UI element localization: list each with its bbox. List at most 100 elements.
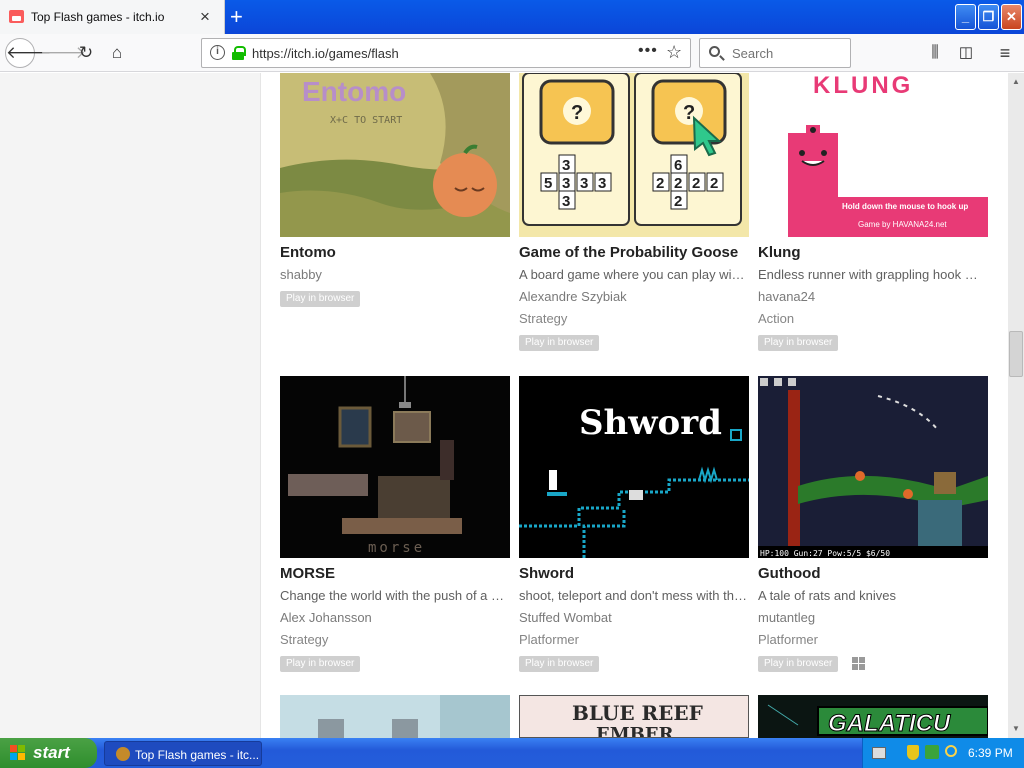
back-button[interactable]: 🡐 [5,38,52,68]
game-author[interactable]: shabby [280,267,322,282]
sidebar-toggle-icon[interactable]: ◫ [952,40,980,66]
svg-text:5: 5 [544,175,552,192]
game-author[interactable]: Stuffed Wombat [519,610,612,625]
guthood-hud: HP:100 Gun:27 Pow:5/5 $6/50 [760,549,890,558]
game-title[interactable]: Shword [519,565,574,582]
vertical-scrollbar[interactable]: ▲ ▼ [1008,73,1024,738]
site-info-icon[interactable]: i [210,45,225,60]
game-title[interactable]: Entomo [280,244,336,261]
game-card-row3-c[interactable]: GALATICU [758,695,988,738]
url-text[interactable]: https://itch.io/games/flash [252,46,399,61]
svg-text:?: ? [571,102,583,124]
library-icon[interactable]: ⫼ [921,40,949,66]
game-author[interactable]: Alexandre Szybiak [519,289,627,304]
morse-logo: morse [368,540,425,556]
game-thumbnail[interactable]: HP:100 Gun:27 Pow:5/5 $6/50 [758,376,988,558]
scroll-up-arrow-icon[interactable]: ▲ [1009,75,1023,89]
game-card-entomo[interactable]: Entomo X+C TO START Entomo shabby Play i… [280,73,510,363]
game-title[interactable]: Game of the Probability Goose [519,244,738,261]
svg-text:6: 6 [674,157,682,174]
game-title[interactable]: MORSE [280,565,335,582]
game-thumbnail[interactable]: BLUE REEF EMBER [519,695,749,738]
new-tab-button[interactable]: + [230,4,243,30]
page-actions-icon[interactable]: ••• [638,42,658,60]
network-icon[interactable] [925,745,939,759]
svg-text:2: 2 [674,193,682,210]
svg-text:2: 2 [656,175,664,192]
game-thumbnail[interactable]: morse [280,376,510,558]
svg-text:3: 3 [562,157,570,174]
tray-search-icon[interactable] [945,745,957,757]
game-thumbnail[interactable]: GALATICU [758,695,988,738]
taskbar-firefox-item[interactable]: Top Flash games - itc... [104,741,262,766]
windows-taskbar: start Top Flash games - itc... 6:39 PM [0,738,1024,768]
game-author[interactable]: havana24 [758,289,815,304]
system-tray: 6:39 PM [862,738,1024,768]
game-card-morse[interactable]: morse MORSE Change the world with the pu… [280,376,510,676]
restore-button[interactable]: ❐ [978,4,999,30]
game-genre[interactable]: Action [758,311,794,326]
klung-credit: Game by HAVANA24.net [858,220,947,229]
game-genre[interactable]: Strategy [280,632,328,647]
row3-c-title: GALATICU [828,710,951,737]
game-thumbnail[interactable] [280,695,510,738]
klung-logo: KLUNG [813,73,913,99]
start-label[interactable]: start [33,743,70,763]
search-bar[interactable]: Search [699,38,851,68]
clock[interactable]: 6:39 PM [968,746,1013,760]
browser-tab-active[interactable]: Top Flash games - itch.io × [0,0,225,34]
tab-close-icon[interactable]: × [200,7,210,27]
game-title[interactable]: Guthood [758,565,820,582]
game-genre[interactable]: Strategy [519,311,567,326]
game-card-klung[interactable]: KLUNG Hold down the mouse to hook up Gam… [758,73,988,363]
game-description: shoot, teleport and don't mess with the … [519,588,747,603]
lock-icon[interactable] [232,46,246,60]
home-button[interactable]: ⌂ [103,40,131,66]
start-button[interactable]: start [0,738,97,768]
game-card-row3-a[interactable] [280,695,510,738]
game-author[interactable]: Alex Johansson [280,610,372,625]
game-card-probability-goose[interactable]: ? ? 3 5 3 3 3 3 6 2 2 2 2 2 Game of the … [519,73,749,363]
security-shield-icon[interactable] [907,745,919,760]
forward-button[interactable]: 🡒 [40,40,86,66]
window-titlebar: Top Flash games - itch.io × + _ ❐ ✕ [0,0,1024,34]
menu-hamburger-icon[interactable]: ≡ [991,40,1019,66]
game-thumbnail[interactable]: Entomo X+C TO START [280,73,510,237]
play-in-browser-badge: Play in browser [519,656,600,672]
entomo-logo: Entomo [302,76,406,107]
game-thumbnail[interactable]: Shword [519,376,749,558]
page-viewport: Entomo X+C TO START Entomo shabby Play i… [0,73,1008,738]
game-card-row3-b[interactable]: BLUE REEF EMBER [519,695,749,738]
game-description: A tale of rats and knives [758,588,897,603]
svg-text:3: 3 [562,175,570,192]
url-bar[interactable]: i https://itch.io/games/flash ••• ☆ [201,38,691,68]
keyboard-icon[interactable] [872,747,886,759]
reload-button[interactable]: ↻ [72,40,100,66]
close-window-button[interactable]: ✕ [1001,4,1022,30]
game-genre[interactable]: Platformer [519,632,579,647]
navigation-toolbar: 🡐 🡒 ↻ ⌂ i https://itch.io/games/flash ••… [0,34,1024,72]
bookmark-star-icon[interactable]: ☆ [666,42,682,63]
game-genre[interactable]: Platformer [758,632,818,647]
game-card-shword[interactable]: Shword Shword shoot, teleport and don't … [519,376,749,676]
game-author[interactable]: mutantleg [758,610,815,625]
firefox-icon [116,747,130,761]
svg-text:3: 3 [598,175,606,192]
search-placeholder[interactable]: Search [732,46,773,61]
play-in-browser-badge: Play in browser [519,335,600,351]
entomo-subtitle: X+C TO START [330,115,402,126]
tab-title: Top Flash games - itch.io [31,10,165,24]
scrollbar-thumb[interactable] [1009,331,1023,377]
game-thumbnail[interactable]: ? ? 3 5 3 3 3 3 6 2 2 2 2 2 [519,73,749,237]
windows-platform-icon [852,657,865,670]
svg-text:2: 2 [710,175,718,192]
scroll-down-arrow-icon[interactable]: ▼ [1009,722,1023,736]
play-in-browser-badge: Play in browser [280,656,361,672]
game-card-guthood[interactable]: HP:100 Gun:27 Pow:5/5 $6/50 Guthood A ta… [758,376,988,676]
game-thumbnail[interactable]: KLUNG Hold down the mouse to hook up Gam… [758,73,988,237]
svg-text:3: 3 [562,193,570,210]
minimize-button[interactable]: _ [955,4,976,30]
game-title[interactable]: Klung [758,244,801,261]
row3-b-title: BLUE REEF [572,701,703,725]
taskbar-item-label[interactable]: Top Flash games - itc... [135,748,259,762]
